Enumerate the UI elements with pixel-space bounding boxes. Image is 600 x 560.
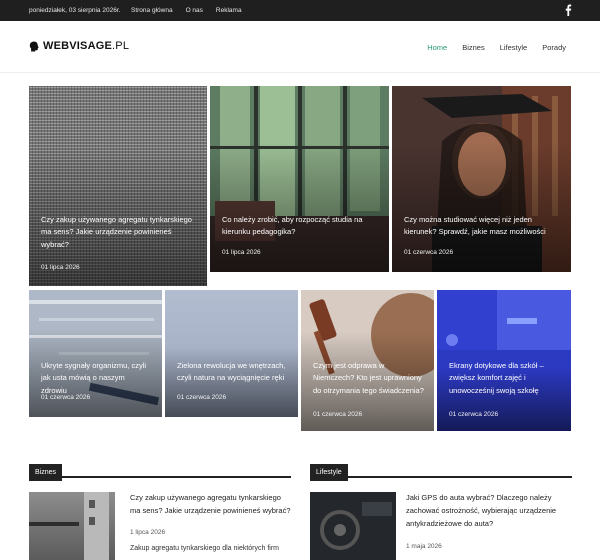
featured-date-2: 01 lipca 2026 (222, 249, 261, 256)
featured-title-2[interactable]: Co należy zrobić, aby rozpocząć studia n… (222, 214, 379, 239)
featured-title-3[interactable]: Czy można studiować więcej niż jeden kie… (404, 214, 561, 239)
biznes-article-excerpt: Zakup agregatu tynkarskiego dla niektóry… (130, 545, 280, 552)
head-silhouette-icon (29, 41, 39, 51)
site-header: WEBVISAGE.PL Home Biznes Lifestyle Porad… (0, 21, 600, 73)
section-header-lifestyle: Lifestyle (310, 461, 572, 481)
featured-date-5: 01 czerwca 2026 (177, 394, 227, 401)
featured-date-4: 01 czerwca 2026 (41, 394, 91, 401)
main-nav: Home Biznes Lifestyle Porady (427, 43, 566, 52)
section-label-biznes[interactable]: Biznes (29, 464, 63, 481)
featured-title-1[interactable]: Czy zakup używanego agregatu tynkarskieg… (41, 214, 197, 251)
top-nav-about[interactable]: O nas (186, 7, 203, 14)
featured-title-7[interactable]: Ekrany dotykowe dla szkół – zwiększ komf… (449, 360, 561, 397)
featured-date-3: 01 czerwca 2026 (404, 249, 454, 256)
top-nav-ads[interactable]: Reklama (216, 7, 242, 14)
site-logo[interactable]: WEBVISAGE.PL (29, 40, 129, 52)
featured-card-3[interactable]: Czy można studiować więcej niż jeden kie… (392, 86, 571, 272)
facebook-icon[interactable] (564, 4, 572, 16)
featured-card-6[interactable]: Czym jest odprawa w Niemczech? Kto jest … (301, 290, 434, 431)
biznes-article-date: 1 lipca 2026 (130, 529, 166, 536)
section-label-lifestyle[interactable]: Lifestyle (310, 464, 348, 481)
top-nav: Strona główna O nas Reklama (131, 7, 242, 14)
section-header-biznes: Biznes (29, 461, 291, 481)
nav-lifestyle[interactable]: Lifestyle (500, 43, 528, 52)
nav-biznes[interactable]: Biznes (462, 43, 485, 52)
lifestyle-article-title[interactable]: Jaki GPS do auta wybrać? Dlaczego należy… (406, 491, 574, 530)
current-date: poniedziałek, 03 sierpnia 2026r. (29, 7, 121, 14)
featured-date-7: 01 czerwca 2026 (449, 411, 499, 418)
logo-text: WEBVISAGE.PL (43, 40, 130, 52)
featured-title-4[interactable]: Ukryte sygnały organizmu, czyli jak usta… (41, 360, 152, 397)
featured-card-5[interactable]: Zielona rewolucja we wnętrzach, czyli na… (165, 290, 298, 417)
lifestyle-article-image[interactable] (310, 492, 396, 560)
building-site-image (29, 492, 109, 560)
featured-card-7[interactable]: Ekrany dotykowe dla szkół – zwiększ komf… (437, 290, 571, 431)
featured-card-2[interactable]: Co należy zrobić, aby rozpocząć studia n… (210, 86, 389, 272)
featured-title-5[interactable]: Zielona rewolucja we wnętrzach, czyli na… (177, 360, 288, 385)
featured-card-1[interactable]: Czy zakup używanego agregatu tynkarskieg… (29, 86, 207, 286)
lifestyle-article-date: 1 maja 2026 (406, 543, 442, 550)
top-nav-home[interactable]: Strona główna (131, 7, 173, 14)
featured-title-6[interactable]: Czym jest odprawa w Niemczech? Kto jest … (313, 360, 424, 397)
featured-card-4[interactable]: Ukryte sygnały organizmu, czyli jak usta… (29, 290, 162, 417)
car-interior-image (310, 492, 396, 560)
featured-date-1: 01 lipca 2026 (41, 264, 80, 271)
nav-porady[interactable]: Porady (542, 43, 566, 52)
nav-home[interactable]: Home (427, 43, 447, 52)
top-bar: poniedziałek, 03 sierpnia 2026r. Strona … (0, 0, 600, 21)
biznes-article-image[interactable] (29, 492, 115, 560)
featured-date-6: 01 czerwca 2026 (313, 411, 363, 418)
biznes-article-title[interactable]: Czy zakup używanego agregatu tynkarskieg… (130, 491, 292, 517)
